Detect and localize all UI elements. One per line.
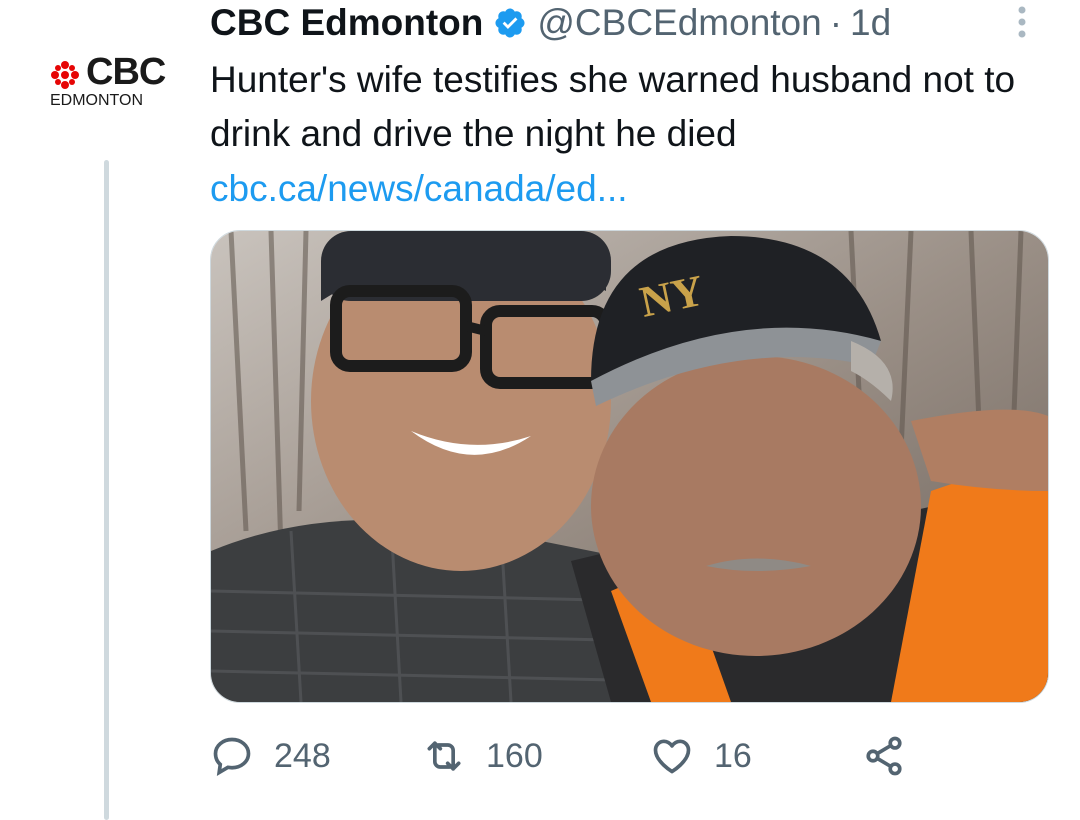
- share-button[interactable]: [862, 726, 926, 786]
- tweet-header: CBC Edmonton @CBCEdmonton · 1d: [210, 0, 891, 46]
- avatar-brand: CBC: [86, 51, 166, 93]
- tweet-text: Hunter's wife testifies she warned husba…: [210, 59, 1016, 154]
- reply-button[interactable]: 248: [210, 726, 331, 786]
- tweet-actions: 248 160 16: [210, 726, 930, 786]
- handle[interactable]: @CBCEdmonton: [537, 0, 821, 46]
- cbc-gem-icon: [51, 61, 79, 89]
- timestamp[interactable]: 1d: [850, 0, 891, 46]
- tweet-link[interactable]: cbc.ca/news/canada/ed...: [210, 162, 628, 216]
- photo-two-men-selfie: NY: [211, 231, 1048, 702]
- avatar-subtitle: EDMONTON: [50, 92, 144, 109]
- share-icon: [866, 736, 902, 776]
- verified-badge-icon: [495, 8, 525, 38]
- retweet-button[interactable]: 160: [422, 726, 543, 786]
- separator-dot: ·: [829, 2, 843, 43]
- avatar[interactable]: CBC EDMONTON: [28, 40, 188, 120]
- display-name[interactable]: CBC Edmonton: [210, 0, 483, 46]
- like-button[interactable]: 16: [650, 726, 752, 786]
- heart-icon: [653, 739, 691, 774]
- more-options-icon[interactable]: [1012, 4, 1032, 44]
- reply-icon: [213, 737, 251, 777]
- retweet-icon: [427, 741, 461, 771]
- thread-line: [104, 160, 109, 820]
- reply-count: 248: [274, 736, 331, 775]
- like-count: 16: [714, 736, 752, 775]
- retweet-count: 160: [486, 736, 543, 775]
- tweet-media[interactable]: NY: [210, 230, 1049, 703]
